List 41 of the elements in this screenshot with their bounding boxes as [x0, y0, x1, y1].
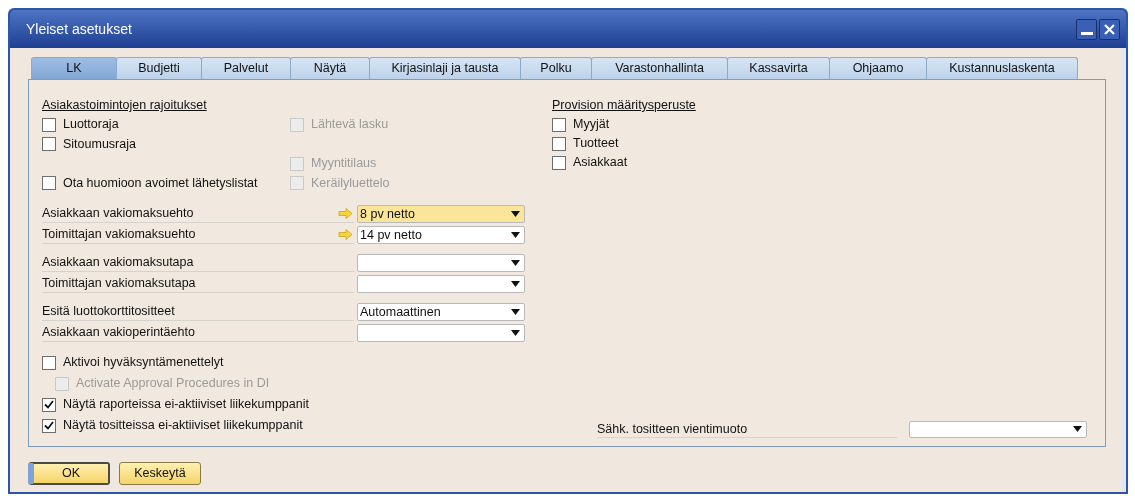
tab[interactable]: Palvelut: [201, 57, 291, 79]
tab[interactable]: Kirjasinlaji ja tausta: [369, 57, 521, 79]
field-label: Toimittajan vakiomaksuehto: [42, 226, 196, 244]
field-label: Sähk. tositteen vientimuoto: [597, 420, 897, 438]
dropdown[interactable]: 8 pv netto: [357, 205, 525, 223]
tab[interactable]: Näytä: [290, 57, 370, 79]
window-title: Yleiset asetukset: [26, 19, 132, 39]
tab[interactable]: Varastonhallinta: [591, 57, 728, 79]
checkbox-label: Aktivoi hyväksyntämenettelyt: [63, 354, 224, 372]
tab[interactable]: LK: [31, 57, 117, 79]
dropdown[interactable]: Automaattinen: [357, 303, 525, 321]
dropdown-value: 14 pv netto: [360, 226, 422, 244]
tab[interactable]: Kassavirta: [727, 57, 830, 79]
checkbox-label: Activate Approval Procedures in DI: [76, 375, 270, 393]
checkbox-label: Asiakkaat: [573, 154, 628, 172]
checkbox-label: Sitoumusraja: [63, 135, 136, 153]
field-label: Asiakkaan vakiomaksutapa: [42, 254, 194, 272]
dropdown-value: 8 pv netto: [360, 205, 415, 223]
tab[interactable]: Polku: [520, 57, 592, 79]
checkbox-label: Tuotteet: [573, 135, 619, 153]
dialog-button[interactable]: Keskeytä: [119, 462, 201, 485]
tab[interactable]: Kustannuslaskenta: [926, 57, 1078, 79]
checkbox-label: Myyjät: [573, 116, 610, 134]
checkbox-label: Näytä raporteissa ei-aktiiviset liikekumppanit: [63, 396, 309, 414]
checkbox-label: Lähtevä lasku: [311, 116, 389, 134]
checkbox-label: Näytä tositteissa ei-aktiiviset liikekumppanit: [63, 417, 303, 435]
tab[interactable]: Ohjaamo: [829, 57, 927, 79]
checkbox-label: Keräilyluettelo: [311, 174, 390, 192]
dropdown-value: Automaattinen: [360, 303, 441, 321]
checkbox-label: Myyntitilaus: [311, 155, 377, 173]
section-heading: Asiakastoimintojen rajoitukset: [42, 97, 208, 114]
field-label: Toimittajan vakiomaksutapa: [42, 275, 196, 293]
field-label: Asiakkaan vakioperintäehto: [42, 324, 195, 342]
checkbox-label: Luottoraja: [63, 116, 119, 134]
dropdown[interactable]: 14 pv netto: [357, 226, 525, 244]
checkbox-label: Ota huomioon avoimet lähetyslistat: [63, 174, 258, 192]
field-label: Asiakkaan vakiomaksuehto: [42, 205, 194, 223]
tab[interactable]: Budjetti: [116, 57, 202, 79]
section-heading: Provision määritysperuste: [552, 97, 697, 114]
field-label: Esitä luottokorttitositteet: [42, 303, 175, 321]
dialog-button[interactable]: OK: [28, 462, 110, 485]
